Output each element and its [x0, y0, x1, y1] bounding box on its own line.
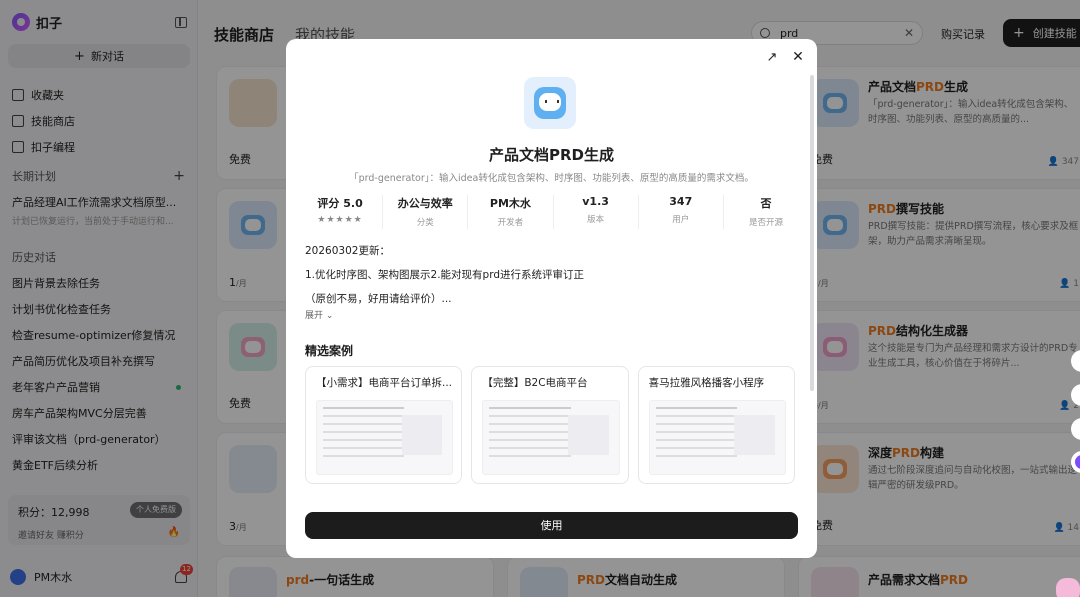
stat-value: PM木水	[489, 197, 531, 210]
mascot-icon[interactable]	[1056, 578, 1080, 597]
case-thumbnail	[648, 400, 786, 475]
note-line: 1.优化时序图、架构图展示2.能对现有prd进行系统评审订正	[305, 269, 584, 281]
case-title: 【小需求】电商平台订单拆...	[316, 377, 453, 389]
stat-value: 评分 5.0	[317, 197, 363, 210]
close-icon[interactable]: ✕	[791, 50, 805, 64]
stat-developer: PM木水 开发者	[468, 195, 554, 229]
case-card[interactable]: 【小需求】电商平台订单拆...	[305, 366, 463, 484]
stat-rating: 评分 5.0 ★★★★★	[298, 195, 384, 229]
update-notes: 20260302更新： 1.优化时序图、架构图展示2.能对现有prd进行系统评审…	[305, 239, 787, 311]
case-card[interactable]: 【完整】B2C电商平台	[471, 366, 629, 484]
star-rating-icon: ★★★★★	[317, 215, 363, 225]
share-icon[interactable]: ↗	[765, 51, 779, 65]
stat-version: v1.3 版本	[554, 195, 639, 229]
stat-value: 347	[669, 195, 693, 208]
skill-stats: 评分 5.0 ★★★★★ 办公与效率 分类 PM木水 开发者 v1.3 版本 3…	[298, 195, 808, 229]
featured-cases: 【小需求】电商平台订单拆... 【完整】B2C电商平台 喜马拉雅风格播客小程序	[305, 366, 795, 484]
skill-detail-modal: ↗ ✕ 产品文档PRD生成 「prd-generator」：输入idea转化成包…	[286, 39, 817, 558]
case-thumbnail	[482, 400, 620, 475]
note-line: 20260302更新：	[305, 245, 390, 257]
case-thumbnail	[316, 400, 454, 475]
case-card[interactable]: 喜马拉雅风格播客小程序	[637, 366, 795, 484]
stat-label: 用户	[672, 215, 690, 225]
stat-label: 开发者	[497, 218, 524, 228]
stat-label: 版本	[587, 215, 605, 225]
stat-value: v1.3	[582, 195, 609, 208]
case-title: 喜马拉雅风格播客小程序	[648, 377, 765, 389]
use-skill-button[interactable]: 使用	[305, 512, 798, 539]
expand-link[interactable]: 展开 ⌄	[305, 308, 333, 321]
case-title: 【完整】B2C电商平台	[482, 377, 588, 389]
modal-scrollbar[interactable]	[810, 75, 814, 391]
stat-category: 办公与效率 分类	[383, 195, 469, 229]
note-line: （原创不易，好用请给评价）...	[305, 293, 452, 305]
stat-open-source: 否 是否开源	[724, 195, 808, 229]
stat-users: 347 用户	[639, 195, 724, 229]
modal-title: 产品文档PRD生成	[489, 146, 614, 164]
stat-value: 办公与效率	[397, 197, 453, 210]
stat-label: 是否开源	[748, 218, 783, 228]
stat-label: 分类	[416, 218, 434, 228]
modal-subtitle: 「prd-generator」：输入idea转化成包含架构、时序图、功能列表、原…	[349, 173, 754, 184]
stat-value: 否	[760, 197, 772, 210]
skill-avatar-icon	[524, 77, 576, 129]
featured-cases-title: 精选案例	[305, 344, 354, 358]
